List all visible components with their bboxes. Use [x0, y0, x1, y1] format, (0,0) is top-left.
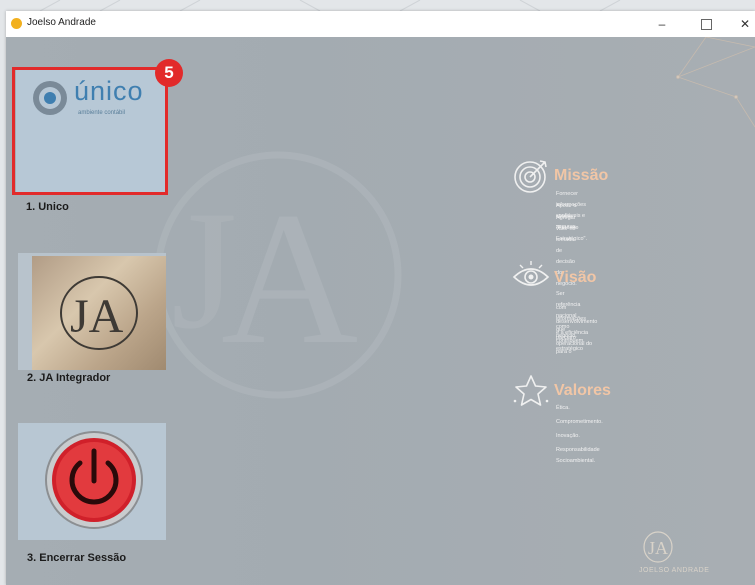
target-icon	[514, 160, 547, 193]
tile-ja-integrador[interactable]: JA	[18, 253, 166, 370]
highlight-frame	[12, 67, 168, 195]
window-title: Joelso Andrade	[27, 17, 96, 28]
app-icon	[11, 18, 22, 29]
valores-line-3: Inovação.	[556, 433, 580, 439]
power-icon	[45, 431, 143, 529]
ja-logo-icon: JA	[60, 276, 138, 350]
valores-line-4: Responsabilidade Socioambiental.	[556, 447, 600, 464]
brand-logo-icon: JA	[643, 531, 673, 563]
ja-integrador-image: JA	[32, 256, 166, 370]
tile-label-unico: 1. Unico	[26, 201, 69, 213]
visao-title: Visão	[554, 269, 597, 286]
brand-name: JOELSO ANDRADE	[639, 567, 710, 574]
svg-text:A: A	[221, 174, 358, 384]
minimize-button[interactable]: –	[640, 11, 684, 37]
svg-text:JA: JA	[648, 538, 668, 558]
valores-title: Valores	[554, 382, 611, 399]
maximize-button[interactable]	[684, 11, 728, 37]
visao-line-4: negócio.	[556, 333, 577, 339]
step-badge: 5	[155, 59, 183, 87]
title-bar: Joelso Andrade – ✕	[6, 11, 755, 38]
missao-title: Missão	[554, 167, 609, 184]
main-content: A J único ambiente contábil 5 1. Unico J…	[6, 37, 755, 585]
star-icon	[513, 375, 549, 406]
svg-text:JA: JA	[70, 290, 124, 343]
eye-icon	[512, 261, 550, 286]
tile-label-ja-integrador: 2. JA Integrador	[27, 372, 111, 384]
close-button[interactable]: ✕	[723, 11, 755, 37]
tile-encerrar-sessao[interactable]	[18, 423, 166, 540]
valores-line-2: Comprometimento.	[556, 419, 603, 425]
svg-text:J: J	[171, 176, 237, 364]
valores-line-1: Ética.	[556, 405, 570, 411]
app-window: Joelso Andrade – ✕ A J único ambiente co…	[6, 11, 755, 585]
maximize-icon	[700, 18, 712, 30]
tile-label-encerrar-sessao: 3. Encerrar Sessão	[27, 552, 127, 564]
